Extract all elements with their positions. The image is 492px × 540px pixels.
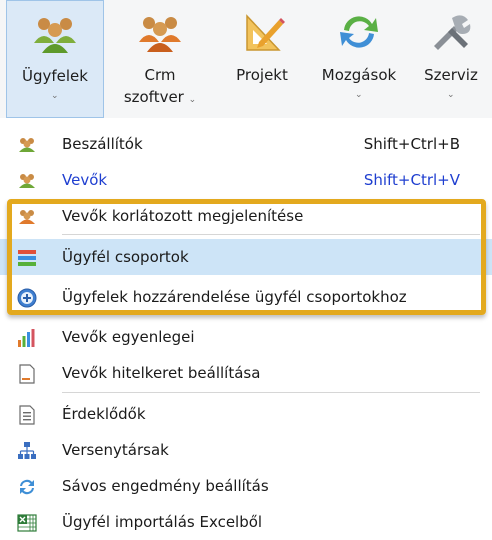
ribbon-button-movements[interactable]: Mozgások ⌄ [310,0,408,118]
ribbon-button-crm[interactable]: Crm szoftver ⌄ [108,0,212,118]
suppliers-icon [19,138,35,152]
ribbon-button-service[interactable]: Szerviz ⌄ [410,0,492,118]
bar-chart-icon [18,329,35,347]
menu-item-tiered-discount[interactable]: Sávos engedmény beállítás [0,468,492,504]
ribbon: Ügyfelek ⌄ Crm szoftver ⌄ Projekt Mozgás… [0,0,492,119]
chevron-down-icon: ⌄ [355,90,363,100]
menu-item-shortcut: Shift+Ctrl+B [363,135,460,153]
menu-item-suppliers[interactable]: Beszállítók Shift+Ctrl+B [0,126,492,162]
customers-icon [34,18,76,53]
menu-item-buyers[interactable]: Vevők Shift+Ctrl+V [0,162,492,198]
crm-icon [139,17,181,52]
ribbon-label-service: Szerviz [424,66,478,84]
ribbon-label-project: Projekt [236,66,288,84]
dropdown-menu: Beszállítók Shift+Ctrl+B Vevők Shift+Ctr… [0,118,492,540]
menu-item-shortcut: Shift+Ctrl+V [363,171,460,189]
menu-item-label: Sávos engedmény beállítás [62,477,269,495]
document-icon [19,364,35,384]
excel-icon [17,514,37,532]
menu-item-interested[interactable]: Érdeklődők [0,396,492,432]
service-icon [434,15,471,50]
buyers-icon [19,174,35,188]
movements-icon [340,16,378,48]
ribbon-button-project[interactable]: Projekt [216,0,308,118]
menu-item-label: Érdeklődők [62,405,146,423]
menu-item-label: Beszállítók [62,135,143,153]
ribbon-label-crm-2: szoftver ⌄ [108,86,212,111]
menu-item-label: Versenytársak [62,441,169,459]
highlight-frame [7,199,486,315]
chevron-down-icon: ⌄ [447,90,455,100]
menu-item-credit-limit[interactable]: Vevők hitelkeret beállítása [0,355,492,391]
menu-item-buyer-balances[interactable]: Vevők egyenlegei [0,319,492,355]
chevron-down-icon: ⌄ [51,91,59,101]
list-document-icon [19,405,35,425]
ribbon-label-crm-line2: szoftver [123,88,184,106]
ribbon-button-customers[interactable]: Ügyfelek ⌄ [6,0,104,118]
menu-item-label: Vevők [62,171,108,189]
ribbon-label-movements: Mozgások [321,66,397,84]
menu-item-label: Ügyfél importálás Excelből [62,513,263,531]
chevron-down-icon: ⌄ [188,95,197,105]
hierarchy-icon [18,442,36,459]
refresh-icon [20,479,34,495]
menu-item-competitors[interactable]: Versenytársak [0,432,492,468]
ribbon-label-customers: Ügyfelek [22,67,88,85]
project-icon [246,14,285,51]
menu-item-label: Vevők hitelkeret beállítása [62,364,261,382]
ribbon-label-crm: Crm [144,66,176,84]
menu-item-import-excel[interactable]: Ügyfél importálás Excelből [0,504,492,540]
menu-item-label: Vevők egyenlegei [62,328,195,346]
menu-separator [62,392,480,393]
